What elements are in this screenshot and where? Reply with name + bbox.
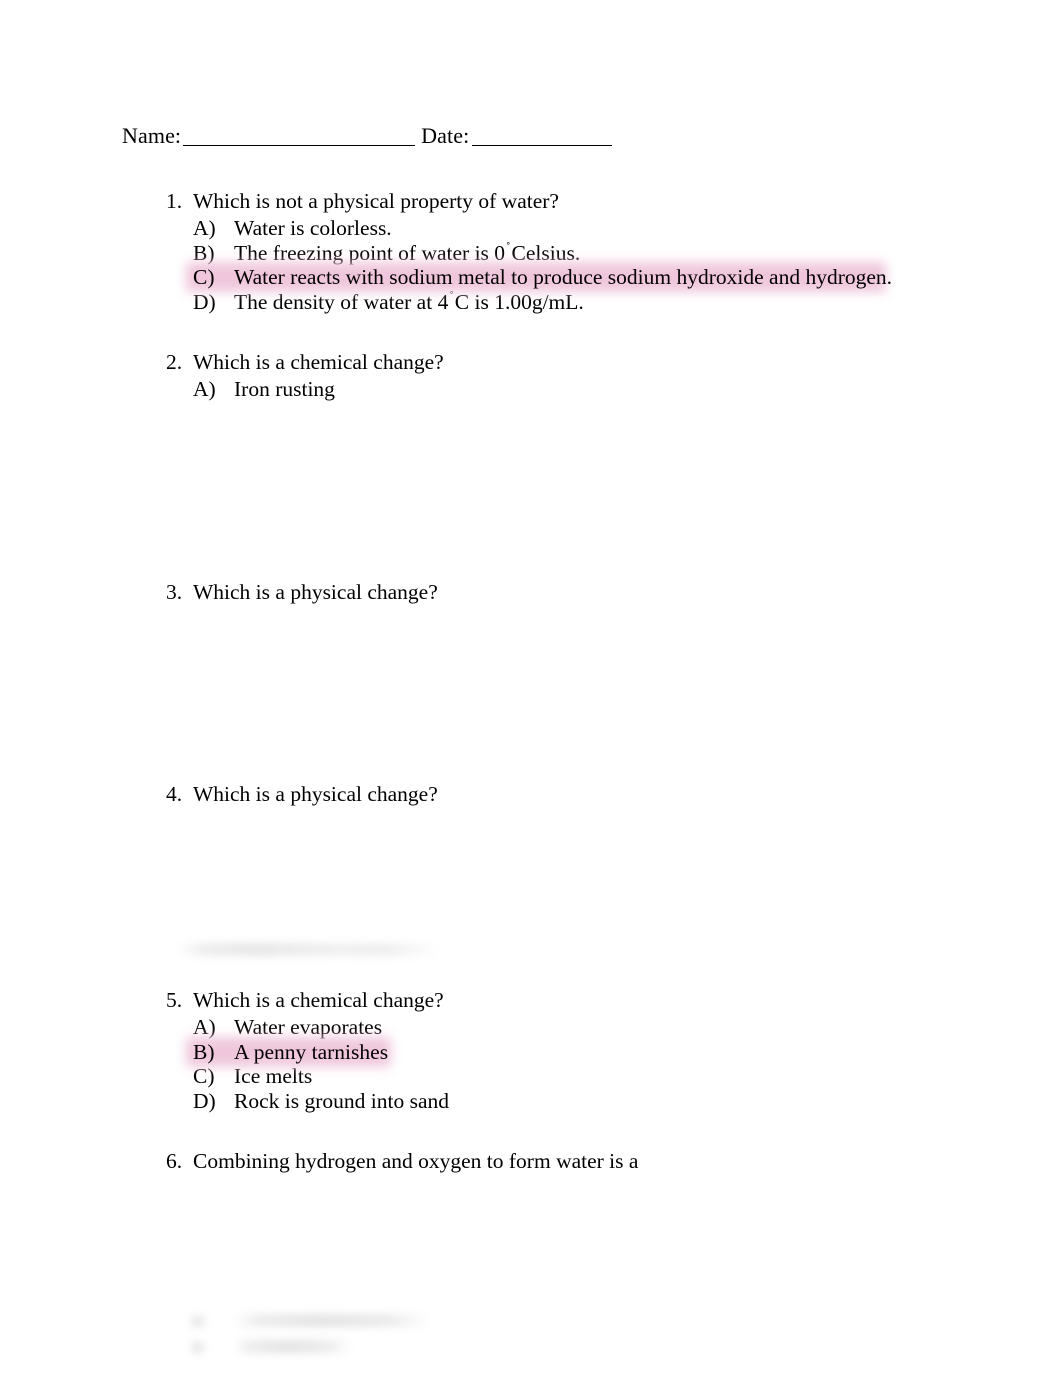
question-2-option-a[interactable]: A) Iron rusting — [166, 377, 996, 402]
question-1-options: A) Water is colorless. B) The freezing poi… — [166, 216, 996, 314]
option-letter: C) — [193, 265, 215, 289]
blurred-smudge-row-4 — [234, 1340, 352, 1353]
question-6-text: Combining hydrogen and oxygen to form wa… — [193, 1149, 639, 1173]
option-letter: C) — [193, 1064, 215, 1088]
question-1-number: 1. — [166, 189, 183, 213]
question-5-heading: 5. Which is a chemical change? — [166, 987, 996, 1014]
option-text: Water evaporates — [234, 1015, 383, 1039]
question-2-number: 2. — [166, 350, 183, 374]
question-2-text: Which is a chemical change? — [193, 350, 444, 374]
question-2: 2. Which is a chemical change? A) Iron rus… — [166, 349, 996, 402]
question-4: 4. Which is a physical change? — [166, 781, 996, 808]
question-3-number: 3. — [166, 580, 183, 604]
option-text-before: The freezing point of water is 0 — [234, 240, 506, 265]
option-text-before: The density of water at 4 — [234, 289, 449, 314]
question-2-heading: 2. Which is a chemical change? — [166, 349, 996, 376]
worksheet-page: Name: Date: 1. Which is not a physical pro… — [0, 0, 1062, 1377]
question-1-option-c[interactable]: C) Water reacts with sodium metal to prod… — [166, 265, 996, 290]
option-text: Water is colorless. — [234, 216, 392, 240]
question-3-heading: 3. Which is a physical change? — [166, 579, 996, 606]
question-6: 6. Combining hydrogen and oxygen to form … — [166, 1148, 996, 1175]
date-input-line[interactable] — [472, 145, 613, 146]
question-6-heading: 6. Combining hydrogen and oxygen to form … — [166, 1148, 996, 1175]
question-5-number: 5. — [166, 988, 183, 1012]
blurred-smudge-row-2 — [234, 1314, 430, 1327]
question-2-options: A) Iron rusting — [166, 377, 996, 402]
question-5-option-c[interactable]: C) Ice melts — [166, 1064, 996, 1089]
question-4-number: 4. — [166, 782, 183, 806]
question-1-option-a[interactable]: A) Water is colorless. — [166, 216, 996, 241]
name-date-header: Name: Date: — [122, 122, 613, 150]
option-text-after: Celsius. — [511, 240, 581, 265]
question-5-option-b[interactable]: B) A penny tarnishes — [166, 1040, 996, 1065]
question-1-text: Which is not a physical property of wate… — [193, 189, 559, 213]
question-5-text: Which is a chemical change? — [193, 988, 444, 1012]
option-text-after: C is 1.00g/mL. — [454, 289, 584, 314]
question-3-text: Which is a physical change? — [193, 580, 438, 604]
option-letter: A) — [193, 377, 216, 401]
option-letter: A) — [193, 1015, 216, 1039]
option-text: Rock is ground into sand — [234, 1088, 449, 1113]
option-text: Ice melts — [234, 1064, 313, 1088]
option-text: Water reacts with sodium metal to produc… — [234, 265, 893, 289]
name-input-line[interactable] — [183, 145, 416, 146]
question-5-option-d[interactable]: D) Rock is ground into sand — [166, 1089, 996, 1114]
option-letter: A) — [193, 216, 216, 240]
option-letter: D) — [193, 1088, 216, 1113]
option-letter: D) — [193, 289, 216, 314]
date-label: Date: — [421, 123, 470, 148]
option-letter: B) — [193, 1039, 215, 1064]
erased-text-artifact — [178, 945, 438, 954]
name-label: Name: — [122, 123, 182, 148]
question-1: 1. Which is not a physical property of wa… — [166, 188, 996, 314]
question-5: 5. Which is a chemical change? A) Water ev… — [166, 987, 996, 1113]
question-4-heading: 4. Which is a physical change? — [166, 781, 996, 808]
question-6-number: 6. — [166, 1149, 183, 1173]
question-5-options: A) Water evaporates B) A penny tarnishes C… — [166, 1015, 996, 1113]
question-5-option-a[interactable]: A) Water evaporates — [166, 1015, 996, 1040]
blurred-smudge-row-1 — [190, 1316, 206, 1327]
question-1-option-d[interactable]: D) The density of water at 4˚C is 1.00g/m… — [166, 290, 996, 315]
option-text: Iron rusting — [234, 377, 335, 401]
question-1-heading: 1. Which is not a physical property of wa… — [166, 188, 996, 215]
option-text: A penny tarnishes — [234, 1039, 389, 1064]
question-3: 3. Which is a physical change? — [166, 579, 996, 606]
question-4-text: Which is a physical change? — [193, 782, 438, 806]
blurred-smudge-row-3 — [190, 1342, 206, 1353]
